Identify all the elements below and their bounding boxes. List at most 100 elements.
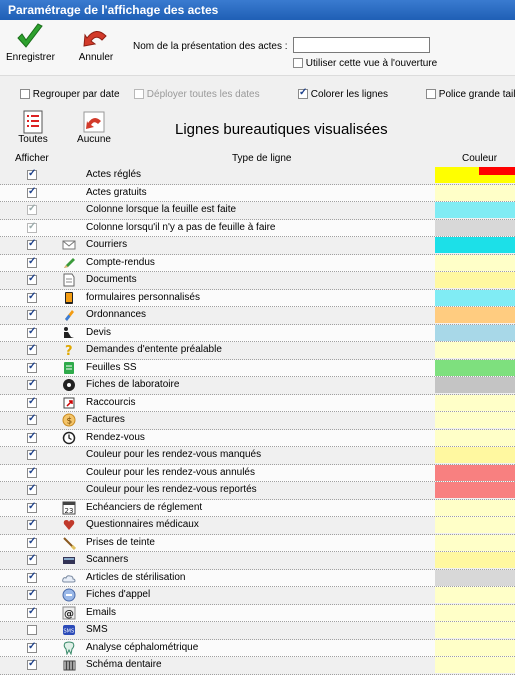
- color-swatch[interactable]: [435, 272, 515, 288]
- table-row[interactable]: Articles de stérilisation: [0, 569, 515, 587]
- group-by-date-checkbox[interactable]: [20, 89, 30, 99]
- color-swatch[interactable]: [435, 202, 515, 218]
- table-row[interactable]: Actes gratuits: [0, 184, 515, 202]
- color-swatch[interactable]: [435, 394, 515, 411]
- table-row[interactable]: 23 Echéanciers de réglement: [0, 499, 515, 517]
- table-row[interactable]: Fiches de laboratoire: [0, 377, 515, 395]
- table-row[interactable]: ? Demandes d'entente préalable: [0, 342, 515, 360]
- color-swatch[interactable]: [435, 377, 515, 393]
- color-swatch[interactable]: [435, 464, 515, 481]
- show-checkbox[interactable]: [27, 273, 37, 285]
- show-checkbox[interactable]: [27, 606, 37, 618]
- color-swatch[interactable]: [435, 534, 515, 551]
- color-swatch[interactable]: [435, 219, 515, 236]
- show-checkbox[interactable]: [27, 658, 37, 670]
- table-row[interactable]: Documents: [0, 272, 515, 290]
- show-checkbox[interactable]: [27, 378, 37, 390]
- line-type-label: Feuilles SS: [86, 361, 137, 373]
- show-checkbox[interactable]: [27, 413, 37, 425]
- show-checkbox[interactable]: [27, 448, 37, 460]
- show-checkbox[interactable]: [27, 641, 37, 653]
- show-checkbox[interactable]: [27, 571, 37, 583]
- color-swatch[interactable]: [435, 307, 515, 323]
- presentation-name-input[interactable]: [293, 37, 430, 53]
- color-swatch[interactable]: [435, 359, 515, 376]
- color-swatch[interactable]: [435, 289, 515, 306]
- table-row[interactable]: Couleur pour les rendez-vous manqués: [0, 447, 515, 465]
- show-checkbox[interactable]: [27, 431, 37, 443]
- secondary-color-swatch[interactable]: [479, 167, 515, 175]
- show-checkbox[interactable]: [27, 326, 37, 338]
- show-checkbox[interactable]: [27, 186, 37, 198]
- color-swatch[interactable]: [435, 447, 515, 463]
- table-row[interactable]: Feuilles SS: [0, 359, 515, 377]
- color-swatch[interactable]: [435, 499, 515, 516]
- color-swatch[interactable]: [435, 167, 515, 183]
- color-swatch[interactable]: [435, 324, 515, 341]
- table-row[interactable]: Couleur pour les rendez-vous reportés: [0, 482, 515, 500]
- color-swatch[interactable]: [435, 587, 515, 603]
- table-row[interactable]: formulaires personnalisés: [0, 289, 515, 307]
- table-row[interactable]: Colonne lorsque la feuille est faite: [0, 202, 515, 220]
- color-swatch[interactable]: [435, 237, 515, 253]
- color-swatch[interactable]: [435, 412, 515, 428]
- show-checkbox[interactable]: [27, 256, 37, 268]
- color-swatch[interactable]: [435, 639, 515, 656]
- color-rows-checkbox[interactable]: [298, 87, 308, 99]
- color-swatch[interactable]: [435, 552, 515, 568]
- table-row[interactable]: Scanners: [0, 552, 515, 570]
- color-swatch[interactable]: [435, 184, 515, 201]
- select-none-button[interactable]: Aucune: [76, 110, 112, 145]
- color-swatch[interactable]: [435, 517, 515, 533]
- show-checkbox[interactable]: [27, 501, 37, 513]
- color-swatch[interactable]: [435, 254, 515, 271]
- use-at-open-checkbox[interactable]: [293, 58, 303, 68]
- table-row[interactable]: Colonne lorsqu'il n'y a pas de feuille à…: [0, 219, 515, 237]
- table-row[interactable]: Courriers: [0, 237, 515, 255]
- table-row[interactable]: Prises de teinte: [0, 534, 515, 552]
- show-checkbox[interactable]: [27, 466, 37, 478]
- show-checkbox[interactable]: [27, 238, 37, 250]
- show-checkbox[interactable]: [27, 553, 37, 565]
- show-checkbox[interactable]: [27, 308, 37, 320]
- table-row[interactable]: Questionnaires médicaux: [0, 517, 515, 535]
- table-row[interactable]: Actes réglés: [0, 167, 515, 185]
- table-row[interactable]: Schéma dentaire: [0, 657, 515, 675]
- group-by-date-option[interactable]: Regrouper par date: [20, 89, 120, 100]
- table-row[interactable]: $ Factures: [0, 412, 515, 430]
- table-row[interactable]: Rendez-vous: [0, 429, 515, 447]
- table-row[interactable]: Fiches d'appel: [0, 587, 515, 605]
- large-font-checkbox[interactable]: [426, 89, 436, 99]
- color-swatch[interactable]: [435, 429, 515, 446]
- table-row[interactable]: Compte-rendus: [0, 254, 515, 272]
- table-row[interactable]: Ordonnances: [0, 307, 515, 325]
- table-row[interactable]: Devis: [0, 324, 515, 342]
- color-swatch[interactable]: [435, 604, 515, 621]
- large-font-option[interactable]: Police grande taille: [426, 89, 515, 100]
- color-swatch[interactable]: [435, 342, 515, 358]
- save-button[interactable]: Enregistrer: [6, 22, 55, 63]
- show-checkbox[interactable]: [27, 168, 37, 180]
- use-at-open-option[interactable]: Utiliser cette vue à l'ouverture: [293, 58, 437, 69]
- show-checkbox[interactable]: [27, 483, 37, 495]
- cancel-button[interactable]: Annuler: [76, 22, 116, 63]
- show-checkbox[interactable]: [27, 291, 37, 303]
- show-checkbox[interactable]: [27, 518, 37, 530]
- show-checkbox[interactable]: [27, 588, 37, 600]
- color-rows-option[interactable]: Colorer les lignes: [298, 87, 388, 100]
- show-checkbox[interactable]: [27, 536, 37, 548]
- table-row[interactable]: SMS SMS: [0, 622, 515, 640]
- show-checkbox[interactable]: [27, 396, 37, 408]
- table-row[interactable]: Raccourcis: [0, 394, 515, 412]
- show-checkbox[interactable]: [27, 361, 37, 373]
- color-swatch[interactable]: [435, 622, 515, 638]
- table-row[interactable]: @ Emails: [0, 604, 515, 622]
- color-swatch[interactable]: [435, 482, 515, 498]
- show-checkbox[interactable]: [27, 625, 37, 635]
- table-row[interactable]: Analyse céphalométrique: [0, 639, 515, 657]
- color-swatch[interactable]: [435, 657, 515, 673]
- show-checkbox[interactable]: [27, 343, 37, 355]
- table-row[interactable]: Couleur pour les rendez-vous annulés: [0, 464, 515, 482]
- color-swatch[interactable]: [435, 569, 515, 586]
- select-all-button[interactable]: Toutes: [16, 110, 50, 145]
